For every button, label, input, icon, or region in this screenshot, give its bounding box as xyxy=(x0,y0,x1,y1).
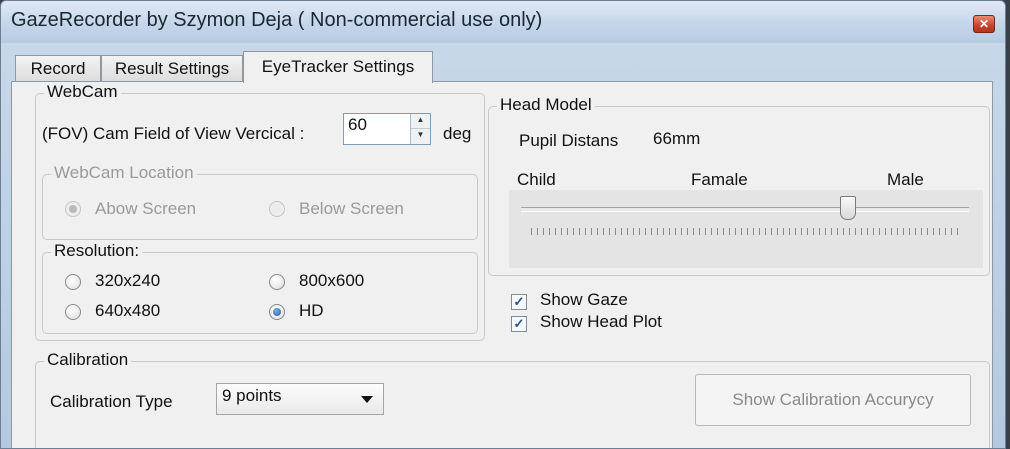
pupil-distance-value: 66mm xyxy=(653,129,701,148)
res-640x480-label: 640x480 xyxy=(95,301,161,320)
show-gaze-checkbox[interactable]: ✓ xyxy=(511,294,527,310)
calibration-label: Calibration xyxy=(44,350,132,370)
slider-thumb[interactable] xyxy=(840,196,857,220)
calibration-type-value: 9 points xyxy=(222,386,282,405)
slider-ticks xyxy=(531,228,961,235)
resolution-group: Resolution: 320x240 800x600 640x480 HD xyxy=(42,241,478,334)
webcam-location-label: WebCam Location xyxy=(51,163,197,183)
webcam-group: WebCam (FOV) Cam Field of View Vercical … xyxy=(35,82,485,341)
fov-spinner[interactable]: 60 ▲ ▼ xyxy=(343,113,431,145)
res-800x600-label: 800x600 xyxy=(299,271,365,290)
head-model-label: Head Model xyxy=(497,95,595,115)
calibration-group: Calibration Calibration Type 9 points Sh… xyxy=(35,350,990,448)
tab-eyetracker-settings[interactable]: EyeTracker Settings xyxy=(243,51,433,83)
spin-down-arrow-icon[interactable]: ▼ xyxy=(411,129,430,144)
title-bar[interactable]: GazeRecorder by Szymon Deja ( Non-commer… xyxy=(1,1,1005,43)
show-gaze-label: Show Gaze xyxy=(540,290,628,309)
above-screen-label: Abow Screen xyxy=(95,199,197,218)
calibration-type-label: Calibration Type xyxy=(50,392,173,411)
fov-spin-buttons[interactable]: ▲ ▼ xyxy=(410,114,430,144)
fov-value: 60 xyxy=(348,115,367,134)
radio-hd[interactable] xyxy=(269,304,285,320)
app-window: GazeRecorder by Szymon Deja ( Non-commer… xyxy=(0,0,1006,449)
fov-label: (FOV) Cam Field of View Vercical : xyxy=(42,124,305,143)
show-calibration-accuracy-button[interactable]: Show Calibration Accurycy xyxy=(695,374,971,426)
spin-up-arrow-icon[interactable]: ▲ xyxy=(411,114,430,129)
slider-label-female: Famale xyxy=(691,170,748,189)
slider-label-male: Male xyxy=(887,170,924,189)
tab-result-settings[interactable]: Result Settings xyxy=(101,55,243,82)
fov-unit: deg xyxy=(443,124,472,143)
close-button[interactable]: ✕ xyxy=(973,15,995,33)
res-320x240-label: 320x240 xyxy=(95,271,161,290)
radio-above-screen[interactable] xyxy=(65,201,81,217)
head-model-group: Head Model Pupil Distans 66mm Child Fama… xyxy=(488,95,990,276)
tab-content-panel: WebCam (FOV) Cam Field of View Vercical … xyxy=(11,81,993,448)
radio-320x240[interactable] xyxy=(65,274,81,290)
webcam-group-label: WebCam xyxy=(44,82,121,102)
res-hd-label: HD xyxy=(299,301,324,320)
pupil-distance-label: Pupil Distans xyxy=(519,131,619,150)
show-head-plot-checkbox[interactable]: ✓ xyxy=(511,316,527,332)
calibration-type-dropdown[interactable]: 9 points xyxy=(216,383,384,415)
head-model-slider[interactable] xyxy=(509,190,983,268)
slider-label-child: Child xyxy=(517,170,556,189)
radio-below-screen[interactable] xyxy=(269,201,285,217)
webcam-location-group: WebCam Location Abow Screen Below Screen xyxy=(42,163,478,240)
chevron-down-icon xyxy=(361,396,373,403)
resolution-label: Resolution: xyxy=(51,241,143,261)
below-screen-label: Below Screen xyxy=(299,199,404,218)
radio-640x480[interactable] xyxy=(65,304,81,320)
slider-track[interactable] xyxy=(521,207,969,212)
radio-800x600[interactable] xyxy=(269,274,285,290)
show-head-plot-label: Show Head Plot xyxy=(540,312,662,331)
window-title: GazeRecorder by Szymon Deja ( Non-commer… xyxy=(11,9,543,31)
tab-record[interactable]: Record xyxy=(15,55,101,82)
